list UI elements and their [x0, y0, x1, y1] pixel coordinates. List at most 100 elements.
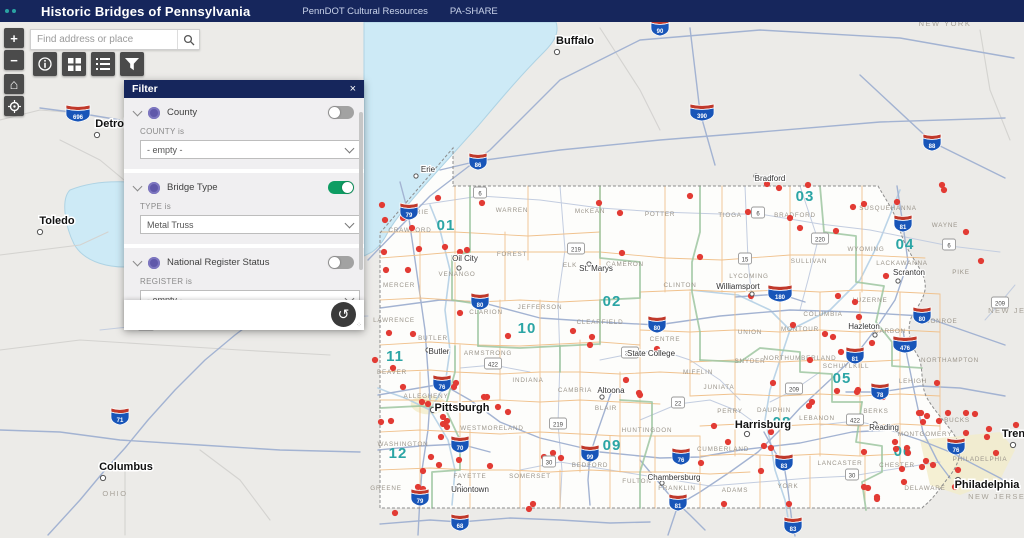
bridge-dot[interactable] — [855, 313, 863, 321]
bridge-dot[interactable] — [418, 398, 426, 406]
bridge-dot[interactable] — [455, 456, 463, 464]
zoom-out-button[interactable]: − — [4, 50, 24, 70]
bridge-dot[interactable] — [860, 448, 868, 456]
bridge-dot[interactable] — [486, 462, 494, 470]
bridge-dot[interactable] — [404, 266, 412, 274]
filter-value-select[interactable]: - empty - — [140, 290, 360, 300]
bridge-dot[interactable] — [851, 298, 859, 306]
bridge-dot[interactable] — [586, 341, 594, 349]
filter-value-select[interactable]: - empty - — [140, 140, 360, 159]
bridge-dot[interactable] — [954, 466, 962, 474]
bridge-dot[interactable] — [808, 398, 816, 406]
filter-toggle[interactable] — [328, 106, 354, 119]
bridge-dot[interactable] — [985, 425, 993, 433]
bridge-dot[interactable] — [834, 292, 842, 300]
bridge-dot[interactable] — [381, 216, 389, 224]
bridge-dot[interactable] — [744, 208, 752, 216]
bridge-dot[interactable] — [933, 379, 941, 387]
bridge-dot[interactable] — [569, 327, 577, 335]
bridge-dot[interactable] — [385, 329, 393, 337]
bridge-dot[interactable] — [904, 449, 912, 457]
bridge-dot[interactable] — [557, 454, 565, 462]
bridge-dot[interactable] — [696, 253, 704, 261]
bridge-dot[interactable] — [399, 383, 407, 391]
bridge-dot[interactable] — [962, 429, 970, 437]
filter-toggle[interactable] — [328, 256, 354, 269]
map-canvas[interactable]: ERIE CRAWFORD WARREN McKEAN POTTER TIOGA BRADF… — [0, 22, 1024, 538]
bridge-dot[interactable] — [915, 409, 923, 417]
bridge-dot[interactable] — [789, 321, 797, 329]
info-button[interactable] — [33, 52, 57, 76]
bridge-dot[interactable] — [409, 330, 417, 338]
bridge-dot[interactable] — [893, 198, 901, 206]
bridge-dot[interactable] — [391, 509, 399, 517]
panel-resize-handle[interactable]: ⁘ — [356, 321, 362, 329]
bridge-dot[interactable] — [419, 467, 427, 475]
bridge-dot[interactable] — [635, 389, 643, 397]
bridge-dot[interactable] — [443, 417, 451, 425]
home-button[interactable]: ⌂ — [4, 74, 24, 94]
bridge-dot[interactable] — [525, 505, 533, 513]
bridge-dot[interactable] — [760, 442, 768, 450]
bridge-dot[interactable] — [616, 209, 624, 217]
bridge-dot[interactable] — [622, 376, 630, 384]
bridge-dot[interactable] — [387, 417, 395, 425]
bridge-dot[interactable] — [595, 199, 603, 207]
bridge-dot[interactable] — [860, 483, 868, 491]
bridge-dot[interactable] — [434, 194, 442, 202]
bridge-dot[interactable] — [918, 463, 926, 471]
panel-scrollbar[interactable] — [359, 112, 363, 270]
bridge-dot[interactable] — [804, 181, 812, 189]
bridge-dot[interactable] — [549, 449, 557, 457]
filter-toggle[interactable] — [328, 181, 354, 194]
reset-filters-button[interactable]: ↺ — [331, 302, 356, 327]
bridge-dot[interactable] — [900, 478, 908, 486]
bridge-dot[interactable] — [697, 459, 705, 467]
search-input[interactable] — [31, 30, 177, 49]
chevron-down-icon[interactable] — [132, 256, 143, 266]
bridge-dot[interactable] — [724, 438, 732, 446]
bridge-dot[interactable] — [873, 495, 881, 503]
bridge-dot[interactable] — [435, 461, 443, 469]
bridge-dot[interactable] — [806, 356, 814, 364]
bridge-dot[interactable] — [480, 393, 488, 401]
bridge-dot[interactable] — [786, 214, 794, 222]
bridge-dot[interactable] — [478, 199, 486, 207]
bridge-dot[interactable] — [529, 500, 537, 508]
bridge-dot[interactable] — [829, 333, 837, 341]
bridge-dot[interactable] — [378, 201, 386, 209]
nav-link-penndot-cultural-resources[interactable]: PennDOT Cultural Resources — [302, 6, 428, 17]
bridge-dot[interactable] — [785, 500, 793, 508]
bridge-dot[interactable] — [868, 339, 876, 347]
nav-link-pa-share[interactable]: PA-SHARE — [450, 6, 498, 17]
bridge-dot[interactable] — [919, 418, 927, 426]
bridge-dot[interactable] — [424, 400, 432, 408]
bridge-dot[interactable] — [837, 348, 845, 356]
bridge-dot[interactable] — [504, 408, 512, 416]
bridge-dot[interactable] — [944, 409, 952, 417]
bridge-dot[interactable] — [389, 364, 397, 372]
bridge-dot[interactable] — [380, 248, 388, 256]
bridge-dot[interactable] — [441, 243, 449, 251]
close-icon[interactable]: × — [350, 83, 356, 95]
bridge-dot[interactable] — [443, 423, 451, 431]
bridge-dot[interactable] — [504, 332, 512, 340]
bridge-dot[interactable] — [977, 257, 985, 265]
bridge-dot[interactable] — [929, 461, 937, 469]
zoom-in-button[interactable]: + — [4, 28, 24, 48]
bridge-dot[interactable] — [923, 412, 931, 420]
chevron-down-icon[interactable] — [132, 106, 143, 116]
bridge-dot[interactable] — [618, 249, 626, 257]
bridge-dot[interactable] — [377, 418, 385, 426]
bridge-dot[interactable] — [849, 203, 857, 211]
bridge-dot[interactable] — [940, 186, 948, 194]
bridge-dot[interactable] — [427, 453, 435, 461]
bridge-dot[interactable] — [962, 409, 970, 417]
bridge-dot[interactable] — [437, 433, 445, 441]
bridge-dot[interactable] — [860, 200, 868, 208]
chevron-down-icon[interactable] — [132, 181, 143, 191]
bridge-dot[interactable] — [686, 192, 694, 200]
bridge-dot[interactable] — [456, 309, 464, 317]
search-button[interactable] — [177, 30, 199, 49]
locate-button[interactable] — [4, 96, 24, 116]
